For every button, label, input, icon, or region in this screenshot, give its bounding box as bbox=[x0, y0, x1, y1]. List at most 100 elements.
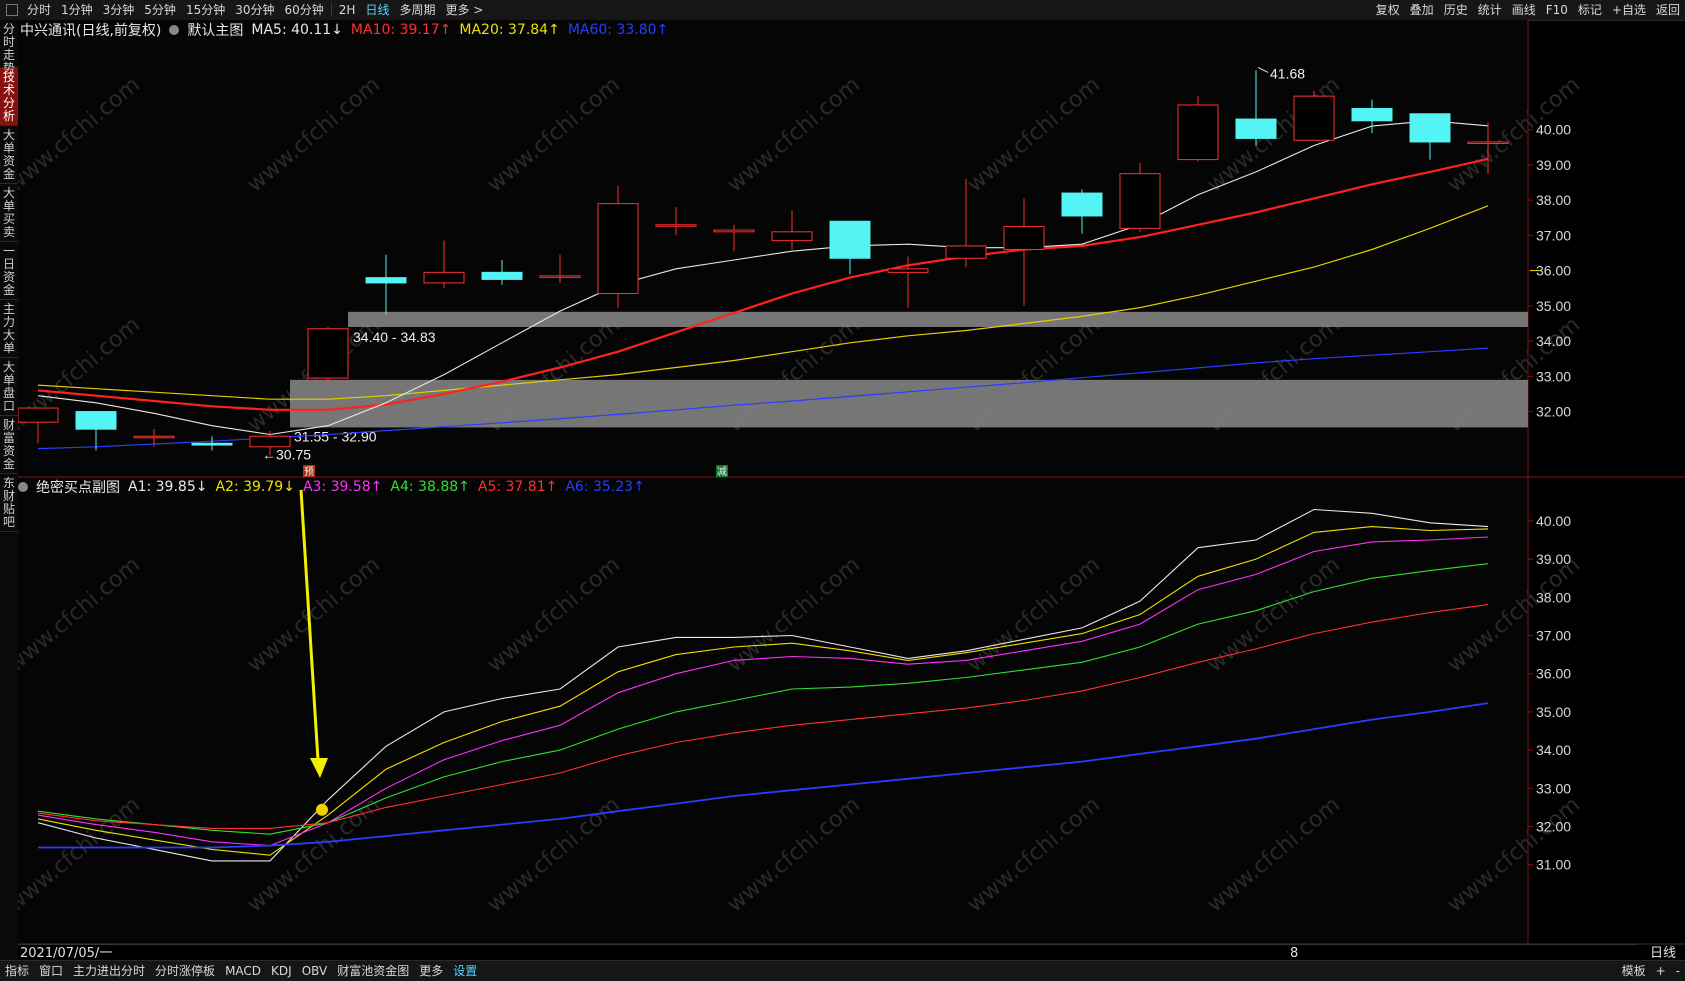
tool-button[interactable]: F10 bbox=[1541, 0, 1573, 20]
stock-title: 中兴通讯(日线,前复权) bbox=[20, 23, 162, 39]
main-legend: 中兴通讯(日线,前复权) 默认主图 MA5: 40.11↓ MA10: 39.1… bbox=[20, 20, 676, 40]
period-tab[interactable]: 分时 bbox=[22, 0, 56, 20]
candle-body bbox=[1293, 95, 1335, 141]
sidebar-item[interactable]: 财富资金 bbox=[0, 416, 18, 474]
settings-icon[interactable] bbox=[169, 25, 180, 35]
candle-body bbox=[597, 203, 639, 295]
indicator-tab[interactable]: 财富池资金图 bbox=[332, 961, 414, 981]
bottom-toolbar: 指标 窗口 主力进出分时 分时涨停板 MACD KDJ OBV 财富池资金图 更多 设置 模板 + - bbox=[0, 960, 1685, 981]
y-tick-label: 38.00 bbox=[1536, 589, 1571, 605]
sidebar-item[interactable]: 大单盘口 bbox=[0, 358, 18, 416]
y-tick-label: 37.00 bbox=[1536, 227, 1571, 243]
indicator-tab[interactable]: MACD bbox=[220, 961, 266, 981]
period-tab[interactable]: 1分钟 bbox=[56, 0, 98, 20]
candle-body bbox=[713, 229, 755, 233]
indicator-tab[interactable]: 指标 bbox=[0, 961, 34, 981]
tool-button[interactable]: 标记 bbox=[1573, 0, 1607, 20]
candle-body bbox=[481, 271, 523, 280]
candle-body bbox=[1351, 107, 1393, 122]
sidebar-item[interactable]: 一日资金 bbox=[0, 242, 18, 300]
candle-body bbox=[191, 442, 233, 446]
candle-body bbox=[539, 275, 581, 278]
tool-button[interactable]: 复权 bbox=[1371, 0, 1405, 20]
left-sidebar: 分时走势 技术分析 大单资金 大单买卖 一日资金 主力大单 大单盘口 财富资金 东财贴吧 bbox=[0, 20, 19, 960]
sidebar-item[interactable]: 技术分析 bbox=[0, 68, 18, 126]
period-tab[interactable]: 15分钟 bbox=[181, 0, 230, 20]
candle-body bbox=[1467, 141, 1509, 144]
top-toolbar: 分时 1分钟 3分钟 5分钟 15分钟 30分钟 60分钟 2H 日线 多周期 更多 > 复权 叠加历… bbox=[0, 0, 1685, 21]
candle-body bbox=[1235, 118, 1277, 139]
candle-body bbox=[1119, 173, 1161, 229]
layout-icon[interactable] bbox=[6, 4, 18, 16]
tool-button[interactable]: 返回 bbox=[1651, 0, 1685, 20]
y-tick-label: 36.00 bbox=[1536, 263, 1571, 279]
a1-value: A1: 39.85↓ bbox=[128, 479, 208, 495]
tool-button[interactable]: 画线 bbox=[1507, 0, 1541, 20]
candle-body bbox=[75, 411, 117, 430]
sidebar-item[interactable]: 大单买卖 bbox=[0, 184, 18, 242]
y-tick-label: 37.00 bbox=[1536, 628, 1571, 644]
settings-icon[interactable] bbox=[18, 482, 28, 492]
candle-body bbox=[1003, 226, 1045, 250]
support-zone bbox=[348, 311, 1528, 327]
sidebar-item[interactable]: 东财贴吧 bbox=[0, 474, 18, 532]
tool-button[interactable]: 叠加 bbox=[1405, 0, 1439, 20]
tool-button[interactable]: 历史 bbox=[1439, 0, 1473, 20]
sidebar-item[interactable]: 大单资金 bbox=[0, 126, 18, 184]
y-tick-label: 36.00 bbox=[1536, 666, 1571, 682]
y-tick-label: 39.00 bbox=[1536, 551, 1571, 567]
period-tab[interactable]: 60分钟 bbox=[280, 0, 329, 20]
period-tab[interactable]: 2H bbox=[334, 0, 361, 20]
indicator-tab[interactable]: 主力进出分时 bbox=[68, 961, 150, 981]
period-tab[interactable]: 30分钟 bbox=[230, 0, 279, 20]
candle-body bbox=[365, 277, 407, 284]
y-tick-label: 35.00 bbox=[1536, 704, 1571, 720]
sub-title[interactable]: 绝密买点副图 bbox=[36, 477, 120, 497]
indicator-tab[interactable]: 窗口 bbox=[34, 961, 68, 981]
a3-value: A3: 39.58↑ bbox=[302, 479, 383, 495]
y-tick-label: 40.00 bbox=[1536, 122, 1571, 138]
template-control[interactable]: + bbox=[1651, 961, 1671, 981]
tool-buttons: 复权 叠加 历史 统计 画线 F10 标记 +自选 返回 bbox=[1371, 0, 1685, 20]
template-control[interactable]: - bbox=[1671, 961, 1685, 981]
indicator-tab[interactable]: 更多 bbox=[414, 961, 448, 981]
indicator-tab[interactable]: 分时涨停板 bbox=[150, 961, 220, 981]
zone-label: 34.40 - 34.83 bbox=[353, 329, 436, 345]
template-controls: 模板 + - bbox=[1617, 961, 1685, 981]
main-preset[interactable]: 默认主图 bbox=[187, 20, 243, 40]
candle-body bbox=[423, 271, 465, 284]
candle-body bbox=[829, 220, 871, 259]
period-tab[interactable]: 日线 bbox=[360, 0, 394, 20]
indicator-tab[interactable]: 设置 bbox=[448, 961, 482, 981]
a4-value: A4: 38.88↑ bbox=[390, 479, 470, 495]
template-control[interactable]: 模板 bbox=[1617, 961, 1651, 981]
sub-legend: 绝密买点副图 A1: 39.85↓ A2: 39.79↓ A3: 39.58↑ … bbox=[18, 477, 653, 497]
y-tick-label: 40.00 bbox=[1536, 513, 1571, 529]
candle-body bbox=[133, 435, 175, 439]
period-tab[interactable]: 多周期 bbox=[394, 0, 440, 20]
y-tick-label: 34.00 bbox=[1536, 333, 1571, 349]
smiley-icon bbox=[316, 803, 328, 816]
high-label: 41.68 bbox=[1270, 65, 1305, 81]
y-tick-label: 39.00 bbox=[1536, 157, 1571, 173]
period-tab[interactable]: 5分钟 bbox=[139, 0, 181, 20]
chart-area[interactable]: www.cfchi.com www.cfchi.com www.cfchi.com w… bbox=[3, 20, 1685, 960]
y-tick-label: 38.00 bbox=[1536, 192, 1571, 208]
zone-label: 31.55 - 32.90 bbox=[294, 428, 377, 444]
indicator-tabs: 指标 窗口 主力进出分时 分时涨停板 MACD KDJ OBV 财富池资金图 更多 设置 bbox=[0, 961, 482, 981]
y-tick-label: 32.00 bbox=[1536, 404, 1571, 420]
y-tick-label: 35.00 bbox=[1536, 298, 1571, 314]
a5-value: A5: 37.81↑ bbox=[477, 479, 558, 495]
indicator-tab[interactable]: KDJ bbox=[266, 961, 297, 981]
period-tab[interactable]: 3分钟 bbox=[98, 0, 140, 20]
y-tick-label: 32.00 bbox=[1536, 819, 1571, 835]
sidebar-item[interactable]: 主力大单 bbox=[0, 300, 18, 358]
sidebar-item[interactable]: 分时走势 bbox=[0, 20, 18, 75]
candle-body bbox=[17, 407, 59, 423]
period-tab[interactable]: 更多 > bbox=[440, 0, 488, 20]
indicator-tab[interactable]: OBV bbox=[297, 961, 333, 981]
tool-button[interactable]: +自选 bbox=[1607, 0, 1651, 20]
candle-body bbox=[307, 328, 349, 379]
tool-button[interactable]: 统计 bbox=[1473, 0, 1507, 20]
low-label: ←30.75 bbox=[262, 447, 311, 463]
